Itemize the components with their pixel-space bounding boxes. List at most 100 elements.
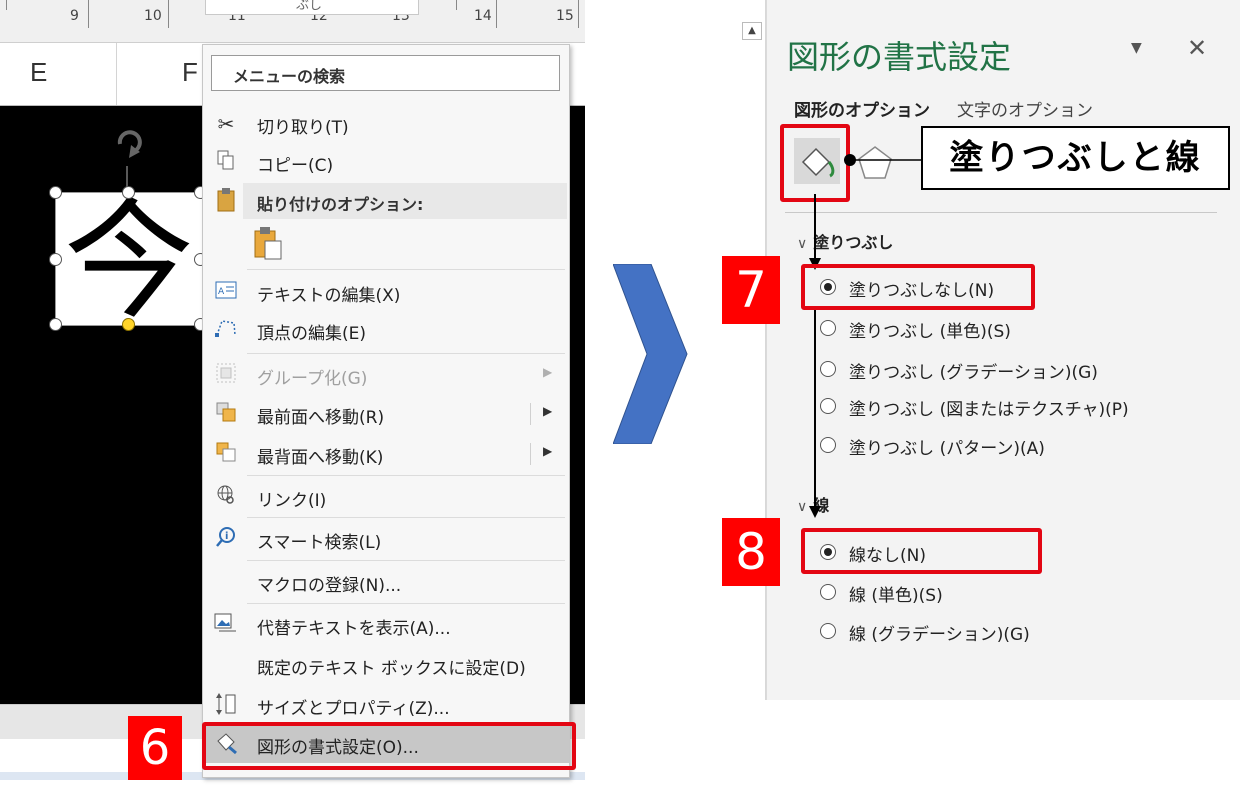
svg-text:A: A: [218, 287, 225, 297]
edit-points-icon: [213, 317, 239, 343]
menu-item-group[interactable]: グループ化(G) ▶: [203, 356, 569, 394]
pane-border: [766, 0, 767, 700]
menu-item-bring-to-front[interactable]: 最前面へ移動(R) ▶: [203, 395, 569, 433]
clipboard-icon: [215, 187, 239, 217]
menu-item-link[interactable]: リンク(I): [203, 478, 569, 516]
menu-item-size-properties[interactable]: サイズとプロパティ(Z)...: [203, 686, 569, 724]
resize-handle[interactable]: [49, 186, 62, 199]
column-header-f[interactable]: F: [182, 57, 198, 88]
rotate-handle[interactable]: [110, 122, 150, 192]
menu-separator: [247, 353, 565, 354]
step-7-badge: 7: [722, 256, 780, 324]
ruler-tick: [168, 0, 169, 28]
close-icon[interactable]: ✕: [1187, 34, 1207, 62]
ruler-tick: [456, 0, 457, 10]
context-menu: メニューの検索 ✂ 切り取り(T) コピー(C) 貼り付けのオプション: A テ…: [202, 44, 570, 778]
radio-solid-line[interactable]: [820, 584, 836, 600]
menu-item-edit-text[interactable]: A テキストの編集(X): [203, 273, 569, 311]
chevron-down-icon: ∨: [797, 236, 808, 252]
send-back-icon: [213, 441, 239, 467]
menu-item-label: 最背面へ移動(K): [257, 448, 384, 468]
menu-search-input[interactable]: メニューの検索: [211, 55, 560, 91]
edit-text-icon: A: [213, 279, 239, 305]
resize-handle[interactable]: [49, 318, 62, 331]
vertical-scrollbar[interactable]: ▲: [739, 0, 766, 700]
menu-item-label: テキストの編集(X): [257, 286, 401, 306]
menu-item-label: 既定のテキスト ボックスに設定(D): [257, 659, 526, 679]
split-divider: [530, 403, 531, 425]
pane-options-dropdown-icon[interactable]: ▼: [1131, 40, 1142, 56]
menu-separator: [247, 269, 565, 270]
group-icon: [213, 362, 239, 388]
ruler-tick: [88, 0, 89, 28]
previous-menu-fragment: ぶし: [205, 0, 419, 15]
resize-handle[interactable]: [49, 253, 62, 266]
ruler-number: 10: [144, 8, 162, 24]
menu-item-label: マクロの登録(N)...: [257, 576, 402, 596]
menu-item-send-to-back[interactable]: 最背面へ移動(K) ▶: [203, 435, 569, 473]
submenu-arrow-icon: ▶: [543, 365, 553, 379]
menu-item-edit-points[interactable]: 頂点の編集(E): [203, 311, 569, 349]
option-solid-line-label: 線 (単色)(S): [849, 586, 943, 606]
shape-text: 今: [63, 185, 194, 337]
tab-text-options[interactable]: 文字のオプション: [957, 96, 1093, 121]
submenu-arrow-icon[interactable]: ▶: [543, 444, 552, 458]
pane-title: 図形の書式設定: [787, 38, 1012, 76]
split-divider: [530, 443, 531, 465]
bring-front-icon: [213, 401, 239, 427]
chevron-down-icon: ∨: [797, 499, 808, 515]
paste-options-label: 貼り付けのオプション:: [257, 195, 424, 214]
menu-item-label: サイズとプロパティ(Z)...: [257, 699, 450, 719]
menu-item-copy[interactable]: コピー(C): [203, 143, 569, 181]
menu-item-label: リンク(I): [257, 491, 327, 511]
column-separator: [116, 43, 117, 105]
column-header-e[interactable]: E: [30, 57, 47, 88]
menu-item-label: 最前面へ移動(R): [257, 408, 385, 428]
menu-item-label: グループ化(G): [257, 369, 368, 389]
ruler-tick: [6, 0, 7, 10]
menu-item-label: 代替テキストを表示(A)...: [257, 619, 451, 639]
right-arrow-icon: [613, 264, 688, 444]
ruler-tick: [496, 0, 497, 28]
paste-button[interactable]: [253, 225, 287, 265]
fill-and-line-callout: 塗りつぶしと線: [921, 126, 1230, 190]
menu-search-placeholder: メニューの検索: [233, 67, 346, 86]
menu-item-cut[interactable]: ✂ 切り取り(T): [203, 105, 569, 143]
scissors-icon: ✂: [217, 112, 235, 136]
menu-item-assign-macro[interactable]: マクロの登録(N)...: [203, 563, 569, 601]
svg-text:i: i: [225, 531, 228, 542]
menu-item-label: コピー(C): [257, 156, 334, 176]
scroll-up-icon[interactable]: ▲: [742, 22, 762, 40]
annotation-connectors: [809, 154, 921, 518]
globe-link-icon: [213, 484, 239, 510]
step-8-badge: 8: [722, 518, 780, 586]
highlight-no-fill: [801, 264, 1035, 310]
menu-item-alt-text[interactable]: 代替テキストを表示(A)...: [203, 606, 569, 644]
submenu-arrow-icon[interactable]: ▶: [543, 404, 552, 418]
menu-separator: [247, 560, 565, 561]
menu-separator: [247, 475, 565, 476]
ruler-number: 9: [70, 8, 79, 24]
highlight-format-shape: [202, 722, 576, 770]
option-gradient-line-label: 線 (グラデーション)(G): [849, 625, 1030, 645]
tab-shape-options[interactable]: 図形のオプション: [794, 96, 930, 121]
menu-item-label: スマート検索(L): [257, 533, 382, 553]
menu-separator: [247, 517, 565, 518]
menu-separator: [247, 603, 565, 604]
alt-text-icon: [213, 612, 239, 638]
highlight-no-line: [801, 528, 1042, 574]
copy-icon: [213, 149, 239, 175]
smart-lookup-icon: i: [213, 526, 239, 552]
step-6-badge: 6: [128, 716, 182, 780]
radio-gradient-line[interactable]: [820, 623, 836, 639]
menu-item-label: 頂点の編集(E): [257, 324, 367, 344]
size-properties-icon: [213, 692, 239, 718]
menu-item-label: 切り取り(T): [257, 118, 349, 138]
ruler-number: 14: [474, 8, 492, 24]
menu-item-smart-lookup[interactable]: i スマート検索(L): [203, 520, 569, 558]
ruler-number: 15: [556, 8, 574, 24]
menu-item-set-default-textbox[interactable]: 既定のテキスト ボックスに設定(D): [203, 646, 569, 684]
resize-handle[interactable]: [122, 186, 135, 199]
menu-fragment-text: ぶし: [296, 0, 323, 13]
adjust-handle[interactable]: [122, 318, 135, 331]
